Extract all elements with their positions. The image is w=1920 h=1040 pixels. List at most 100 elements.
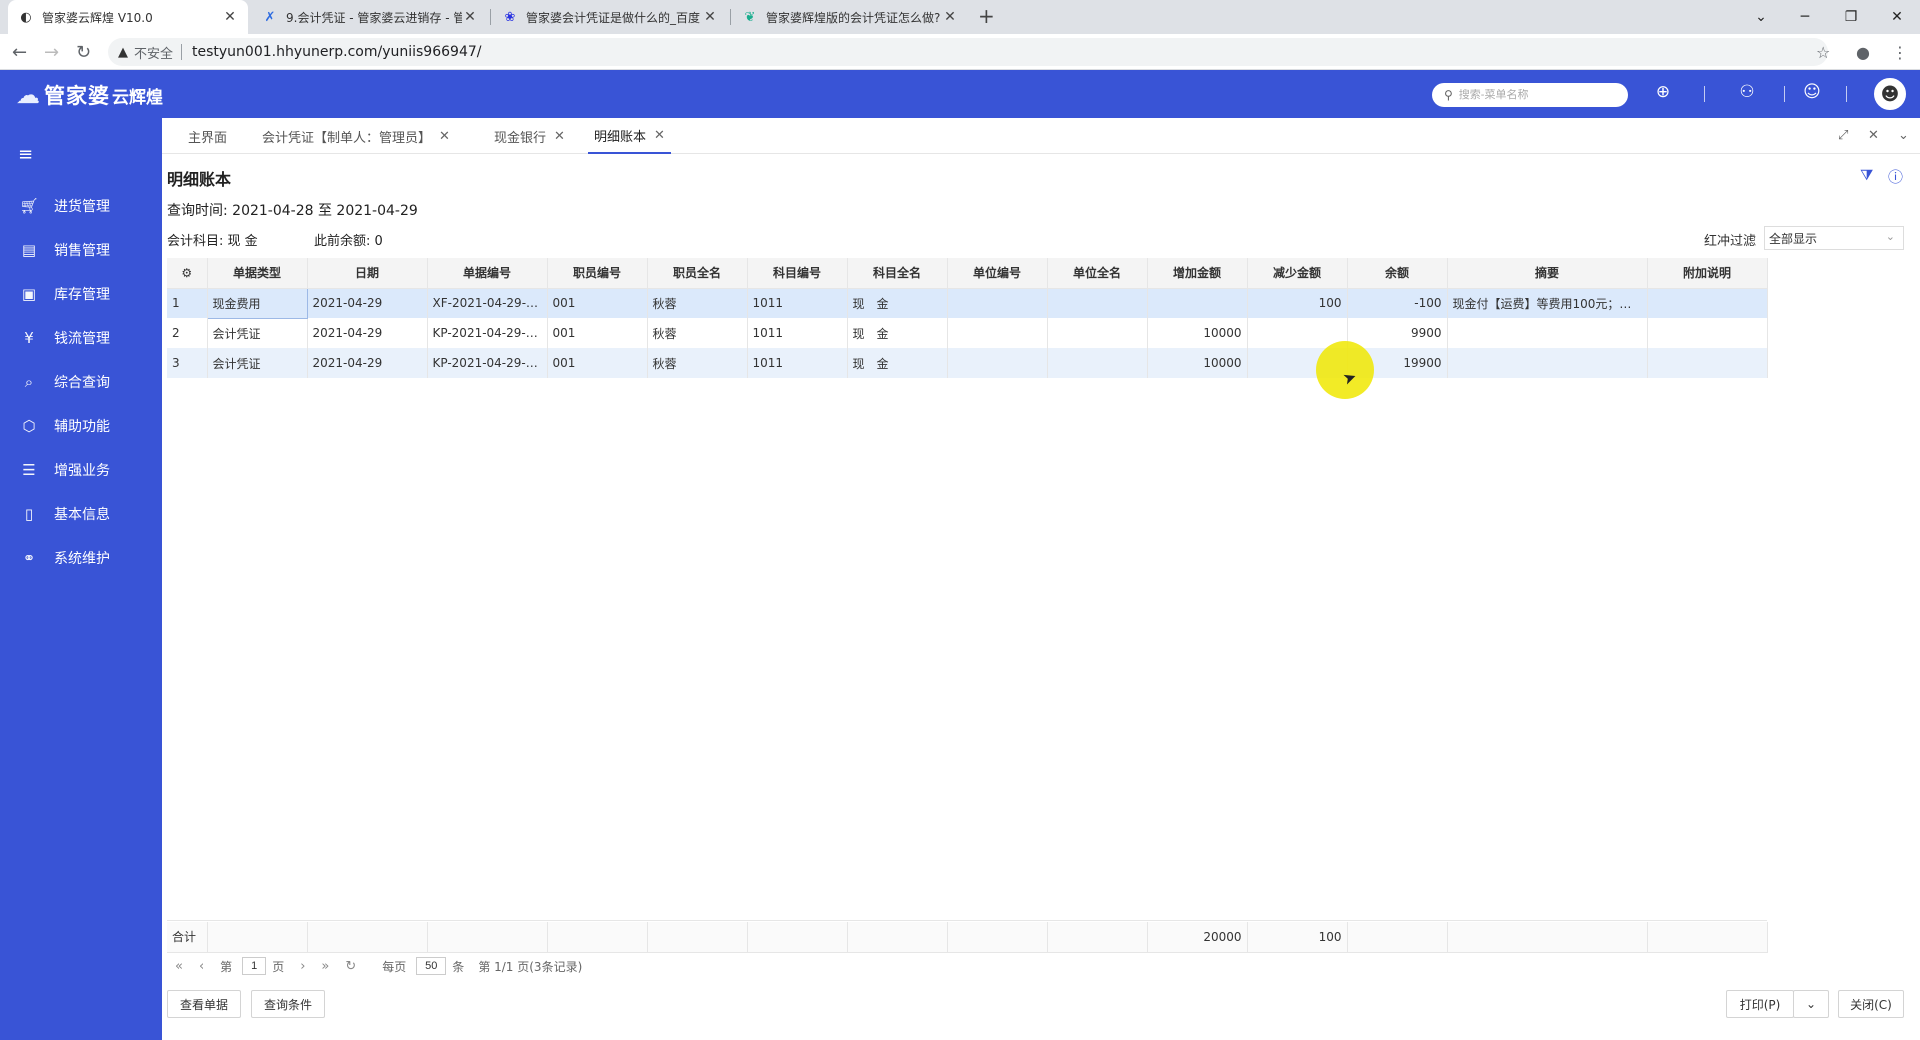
globe-icon[interactable]: ⊕ [1652,82,1674,102]
close-button[interactable]: 关闭(C) [1838,990,1904,1018]
cell-unit-no[interactable] [947,348,1048,378]
close-icon[interactable]: ✕ [654,128,665,143]
sidebar-item-basic-info[interactable]: ▯ 基本信息 [0,496,162,532]
cell-emp-name[interactable]: 秋蓉 [647,348,748,378]
minimize-icon[interactable]: ─ [1782,0,1828,34]
cell-date[interactable]: 2021-04-29 [307,318,428,348]
cell-emp-no[interactable]: 001 [547,318,648,348]
column-header[interactable]: 增加金额 [1147,258,1248,289]
cell-subj-no[interactable]: 1011 [747,318,848,348]
sidebar-item-inventory[interactable]: ▣ 库存管理 [0,276,162,312]
cell-decrease[interactable]: 100 [1247,288,1348,318]
close-all-icon[interactable]: ✕ [1868,128,1879,143]
bookmark-star-icon[interactable]: ☆ [1816,43,1830,62]
cell-unit-no[interactable] [947,288,1048,318]
help-icon[interactable]: ⓘ [1888,166,1903,187]
column-header[interactable]: 余额 [1347,258,1448,289]
browser-tab-1[interactable]: ◐ 管家婆云辉煌 V10.0 ✕ [8,0,248,34]
sidebar-item-system[interactable]: ⚭ 系统维护 [0,540,162,576]
close-icon[interactable]: ✕ [554,129,565,144]
next-page-icon[interactable]: › [300,959,305,974]
cell-subj-no[interactable]: 1011 [747,348,848,378]
cell-unit-name[interactable] [1047,348,1148,378]
menu-search-input[interactable] [1458,89,1609,101]
insecure-label[interactable]: 不安全 [134,43,173,62]
column-header[interactable]: 科目编号 [747,258,848,289]
column-header[interactable]: 单据编号 [427,258,548,289]
close-tab-icon[interactable]: ✕ [702,9,718,25]
browser-tab-4[interactable]: ❦ 管家婆辉煌版的会计凭证怎么做? ✕ [732,0,968,34]
view-bill-button[interactable]: 查看单据 [167,990,241,1018]
sidebar-item-purchase[interactable]: 🛒︎ 进货管理 [0,188,162,224]
cell-memo[interactable]: 现金付【运费】等费用100元；秋蓉 [1447,288,1648,318]
column-header[interactable]: 职员编号 [547,258,648,289]
close-tab-icon[interactable]: ✕ [222,9,238,25]
column-header[interactable]: 摘要 [1447,258,1648,289]
print-options-button[interactable]: ⌄ [1793,990,1829,1018]
close-icon[interactable]: ✕ [439,129,450,144]
cell-type[interactable]: 会计凭证 [207,348,308,378]
sidebar-item-auxiliary[interactable]: ⬡ 辅助功能 [0,408,162,444]
cell-subj-no[interactable]: 1011 [747,288,848,318]
profile-icon[interactable]: ● [1856,43,1870,62]
cell-emp-name[interactable]: 秋蓉 [647,318,748,348]
cell-type[interactable]: 会计凭证 [207,318,308,348]
tab-cash-bank[interactable]: 现金银行 ✕ [494,118,565,154]
cell-unit-no[interactable] [947,318,1048,348]
cell-balance[interactable]: 9900 [1347,318,1448,348]
prev-page-icon[interactable]: ‹ [199,959,204,974]
column-header[interactable]: 附加说明 [1647,258,1768,289]
cell-extra[interactable] [1647,288,1768,318]
cell-increase[interactable]: 10000 [1147,318,1248,348]
close-tab-icon[interactable]: ✕ [942,9,958,25]
table-row[interactable]: 1 现金费用 2021-04-29 XF-2021-04-29-0... 001… [167,287,1768,319]
cell-emp-no[interactable]: 001 [547,348,648,378]
chevron-down-icon[interactable]: ⌄ [1898,128,1909,143]
cell-unit-name[interactable] [1047,288,1148,318]
column-settings[interactable]: ⚙ [167,258,208,289]
tab-main[interactable]: 主界面 [188,118,227,154]
cell-type[interactable]: 现金费用 [206,287,308,319]
sidebar-item-enhanced[interactable]: ☰ 增强业务 [0,452,162,488]
cell-date[interactable]: 2021-04-29 [307,348,428,378]
table-row[interactable]: 3 会计凭证 2021-04-29 KP-2021-04-29-0... 001… [167,348,1768,378]
avatar[interactable]: ☻ [1874,78,1906,110]
page-number-input[interactable] [242,957,267,975]
cell-subj-name[interactable]: 现 金 [847,288,948,318]
cell-bill-no[interactable]: XF-2021-04-29-0... [427,288,548,318]
column-header[interactable]: 单据类型 [207,258,308,289]
sidebar-item-sales[interactable]: ▤ 销售管理 [0,232,162,268]
menu-toggle-icon[interactable]: ≡ [18,144,33,165]
chat-icon[interactable]: ☺ [1801,82,1823,102]
cell-unit-name[interactable] [1047,318,1148,348]
sidebar-item-query[interactable]: ⌕ 综合查询 [0,364,162,400]
cell-memo[interactable] [1447,348,1648,378]
browser-tab-2[interactable]: ✗ 9.会计凭证 - 管家婆云进销存 - 管 ✕ [252,0,488,34]
url-omnibox[interactable]: ▲ 不安全 testyun001.hhyunerp.com/yuniis9669… [108,38,1828,66]
column-header[interactable]: 减少金额 [1247,258,1348,289]
cell-extra[interactable] [1647,318,1768,348]
filter-select[interactable]: 全部显示 ⌄ [1764,226,1904,250]
refresh-icon[interactable]: ↻ [345,959,356,974]
reload-icon[interactable]: ↻ [76,42,91,63]
column-header[interactable]: 科目全名 [847,258,948,289]
cell-balance[interactable]: -100 [1347,288,1448,318]
cell-increase[interactable] [1147,288,1248,318]
tab-ledger[interactable]: 明细账本 ✕ [588,118,671,154]
cell-emp-no[interactable]: 001 [547,288,648,318]
tab-voucher[interactable]: 会计凭证【制单人：管理员】 ✕ [262,118,450,154]
per-page-input[interactable] [416,957,447,975]
column-header[interactable]: 单位编号 [947,258,1048,289]
gear-icon[interactable]: ⚙ [181,266,192,280]
query-condition-button[interactable]: 查询条件 [251,990,325,1018]
close-tab-icon[interactable]: ✕ [462,9,478,25]
cell-emp-name[interactable]: 秋蓉 [647,288,748,318]
sidebar-item-cashflow[interactable]: ¥ 钱流管理 [0,320,162,356]
cell-date[interactable]: 2021-04-29 [307,288,428,318]
cell-memo[interactable] [1447,318,1648,348]
cell-extra[interactable] [1647,348,1768,378]
cell-bill-no[interactable]: KP-2021-04-29-0... [427,318,548,348]
restore-icon[interactable]: ❐ [1828,0,1874,34]
menu-search[interactable]: ⚲ [1432,83,1628,107]
first-page-icon[interactable]: « [175,959,183,974]
